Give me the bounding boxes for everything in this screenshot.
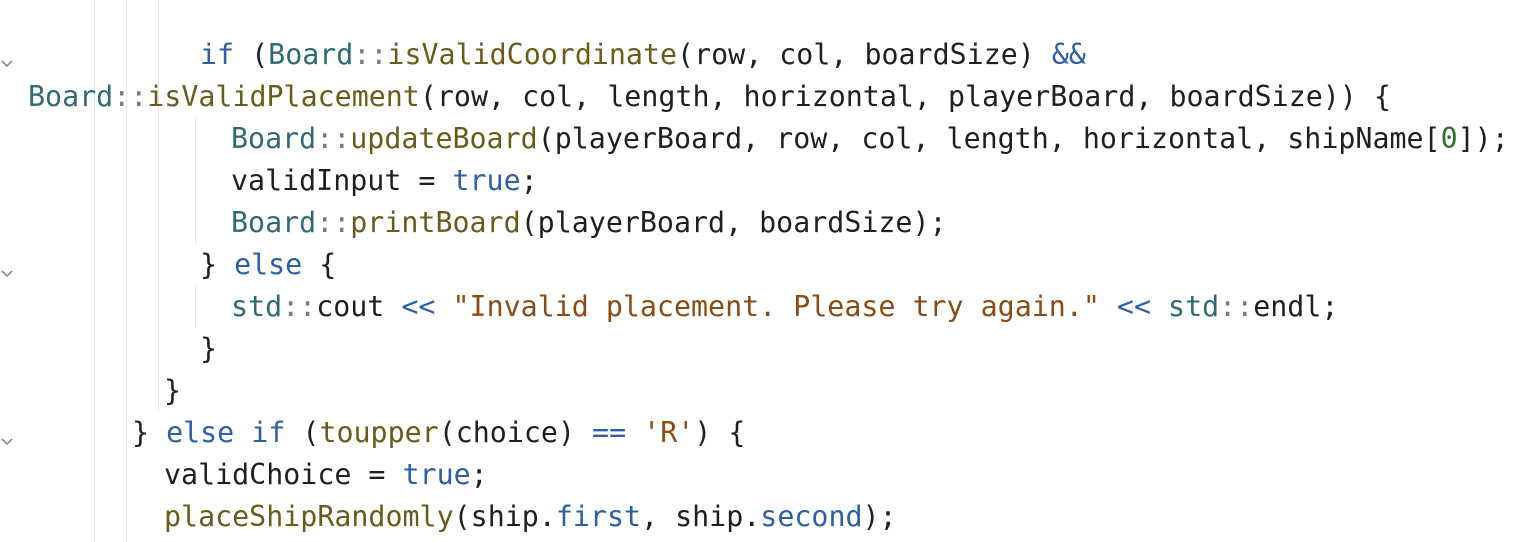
code-token: printBoard (350, 206, 521, 239)
code-token: second (760, 500, 863, 533)
code-token: ( (285, 416, 320, 449)
code-token: :: (353, 38, 388, 71)
code-line[interactable]: Board::isValidPlacement(row, col, length… (28, 76, 1391, 118)
code-token: isValidCoordinate (387, 38, 678, 71)
code-token: validChoice = (164, 458, 403, 491)
code-token: 'R' (643, 416, 695, 449)
code-line[interactable]: } (164, 370, 181, 412)
code-token: ); (862, 500, 897, 533)
code-token: == (592, 416, 627, 449)
code-token: Board (231, 122, 317, 155)
code-line[interactable]: placeShipRandomly(ship.first, ship.secon… (164, 496, 897, 538)
code-editor[interactable]: if (Board::isValidCoordinate(row, col, b… (0, 0, 1520, 542)
code-token: std (1168, 290, 1220, 323)
code-token: :: (316, 122, 351, 155)
chevron-down-icon[interactable] (0, 266, 14, 280)
code-token: << (401, 290, 436, 323)
code-line[interactable]: Board::printBoard(playerBoard, boardSize… (231, 202, 947, 244)
code-token: true (452, 164, 521, 197)
code-token: Board (268, 38, 354, 71)
code-token: :: (282, 290, 317, 323)
code-token: :: (1219, 290, 1254, 323)
code-line[interactable]: } (200, 328, 217, 370)
code-token: validInput = (231, 164, 453, 197)
code-token: std (231, 290, 283, 323)
code-token: << (1116, 290, 1151, 323)
code-token: else (234, 248, 303, 281)
indent-guide (195, 286, 196, 328)
code-token: if (200, 38, 235, 71)
code-token: Board (28, 80, 114, 113)
indent-guide (195, 118, 196, 244)
code-token: else (166, 416, 235, 449)
code-line[interactable]: validChoice = true; (164, 454, 488, 496)
code-token: Board (231, 206, 317, 239)
code-token: && (1051, 38, 1086, 71)
code-token: (ship. (453, 500, 556, 533)
chevron-down-icon[interactable] (0, 56, 14, 70)
code-token: } (200, 248, 235, 281)
code-token: placeShipRandomly (164, 500, 454, 533)
code-token: ) { (694, 416, 746, 449)
fold-gutter (0, 0, 22, 542)
code-token: ]); (1457, 122, 1509, 155)
code-token: (playerBoard, boardSize); (520, 206, 947, 239)
code-token: (row, col, boardSize) (677, 38, 1052, 71)
code-token: (choice) (438, 416, 593, 449)
code-line[interactable]: Board::updateBoard(playerBoard, row, col… (231, 118, 1509, 160)
code-line[interactable]: if (Board::isValidCoordinate(row, col, b… (200, 34, 1086, 76)
code-token: cout (316, 290, 402, 323)
code-token: (playerBoard, row, col, length, horizont… (537, 122, 1441, 155)
code-token: :: (316, 206, 351, 239)
code-line[interactable]: } else { (200, 244, 336, 286)
code-token: first (555, 500, 642, 533)
code-token: true (402, 458, 471, 491)
code-token: ; (470, 458, 488, 491)
code-token: , ship. (641, 500, 761, 533)
code-token: :: (113, 80, 148, 113)
code-token: } (200, 332, 218, 365)
code-line[interactable]: validInput = true; (231, 160, 538, 202)
code-token: ; (520, 164, 538, 197)
code-token: } (164, 374, 182, 407)
code-line[interactable]: std::cout << "Invalid placement. Please … (231, 286, 1338, 328)
code-token: toupper (319, 416, 439, 449)
code-token: isValidPlacement (147, 80, 420, 113)
code-token: "Invalid placement. Please try again." (452, 290, 1100, 323)
code-token: endl; (1253, 290, 1339, 323)
code-token: if (251, 416, 286, 449)
code-token: { (302, 248, 337, 281)
code-token: } (132, 416, 167, 449)
chevron-down-icon[interactable] (0, 434, 14, 448)
code-token: updateBoard (350, 122, 538, 155)
indent-guide (126, 454, 127, 542)
indent-guide (158, 0, 159, 412)
code-token: (row, col, length, horizontal, playerBoa… (419, 80, 1391, 113)
code-line[interactable]: } else if (toupper(choice) == 'R') { (132, 412, 745, 454)
code-token: 0 (1440, 122, 1458, 155)
code-token: ( (234, 38, 269, 71)
